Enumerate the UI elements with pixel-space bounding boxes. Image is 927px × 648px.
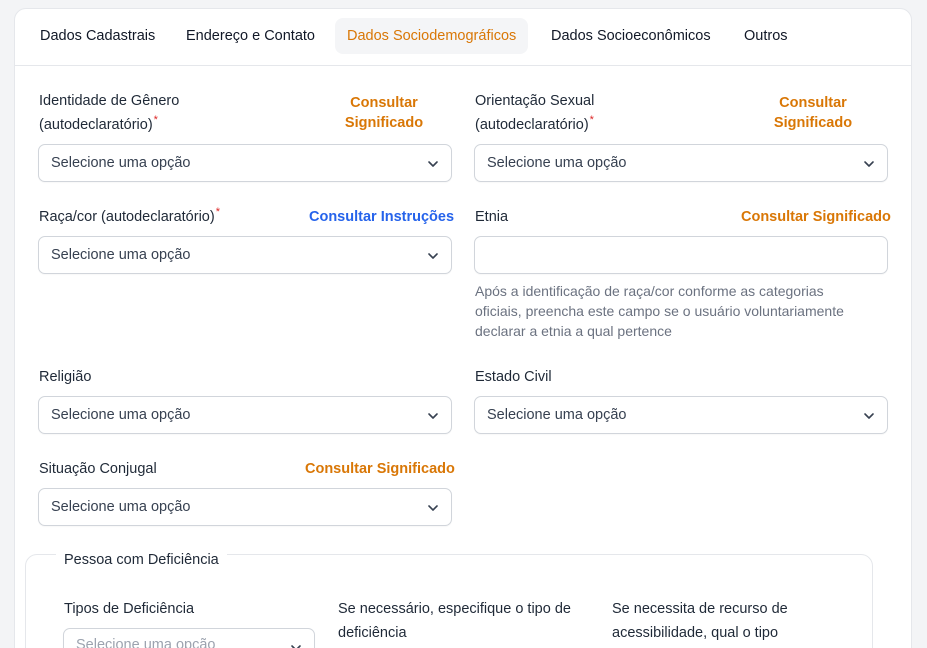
tab-endereco-contato[interactable]: Endereço e Contato <box>174 18 327 54</box>
chevron-down-icon <box>864 413 874 419</box>
question-circle-icon: ? <box>730 106 743 120</box>
chevron-down-icon <box>291 645 301 648</box>
chevron-down-icon <box>864 161 874 167</box>
orientation-help-link[interactable]: ? Consultar Significado <box>730 93 859 133</box>
disability-specify-label: Se necessário, especifique o tipo de def… <box>338 601 571 641</box>
tab-dados-cadastrais[interactable]: Dados Cadastrais <box>28 18 167 54</box>
ethnicity-input[interactable] <box>474 236 888 274</box>
accessibility-resource-label: Se necessita de recurso de acessibilidad… <box>612 601 788 641</box>
religion-label: Religião <box>39 369 92 385</box>
disability-types-select[interactable]: Selecione uma opção <box>63 628 315 648</box>
conjugal-select[interactable]: Selecione uma opção <box>38 488 452 526</box>
disability-legend: Pessoa com Deficiência <box>56 550 227 570</box>
chevron-down-icon <box>428 253 438 259</box>
tab-dados-sociodemograficos[interactable]: Dados Sociodemográficos <box>335 18 529 54</box>
chevron-down-icon <box>428 413 438 419</box>
question-circle-icon: ? <box>722 210 735 224</box>
question-circle-icon: ? <box>301 106 314 120</box>
tab-bar: Dados Cadastrais Endereço e Contato Dado… <box>15 9 911 66</box>
ethnicity-help-link[interactable]: ? Consultar Significado <box>722 207 891 227</box>
tab-outros[interactable]: Outros <box>732 18 800 54</box>
question-circle-icon: ? <box>290 210 303 224</box>
conjugal-label: Situação Conjugal <box>39 461 157 477</box>
orientation-label: Orientação Sexual (autodeclaratório)* <box>475 93 595 133</box>
gender-help-link[interactable]: ? Consultar Significado <box>301 93 430 133</box>
gender-select[interactable]: Selecione uma opção <box>38 144 452 182</box>
conjugal-help-link[interactable]: ? Consultar Significado <box>286 459 455 479</box>
chevron-down-icon <box>428 505 438 511</box>
chevron-down-icon <box>428 161 438 167</box>
orientation-select[interactable]: Selecione uma opção <box>474 144 888 182</box>
ethnicity-label: Etnia <box>475 209 509 225</box>
race-instructions-link[interactable]: ? Consultar Instruções <box>290 207 454 227</box>
marital-status-select[interactable]: Selecione uma opção <box>474 396 888 434</box>
gender-label: Identidade de Gênero (autodeclaratório)* <box>39 93 180 133</box>
tab-dados-socioeconomicos[interactable]: Dados Socioeconômicos <box>539 18 723 54</box>
race-select[interactable]: Selecione uma opção <box>38 236 452 274</box>
religion-select[interactable]: Selecione uma opção <box>38 396 452 434</box>
question-circle-icon: ? <box>286 462 299 476</box>
ethnicity-hint: Após a identificação de raça/cor conform… <box>475 283 844 339</box>
marital-status-label: Estado Civil <box>475 369 552 385</box>
disability-types-label: Tipos de Deficiência <box>64 601 195 617</box>
race-label: Raça/cor (autodeclaratório)* <box>39 206 220 225</box>
